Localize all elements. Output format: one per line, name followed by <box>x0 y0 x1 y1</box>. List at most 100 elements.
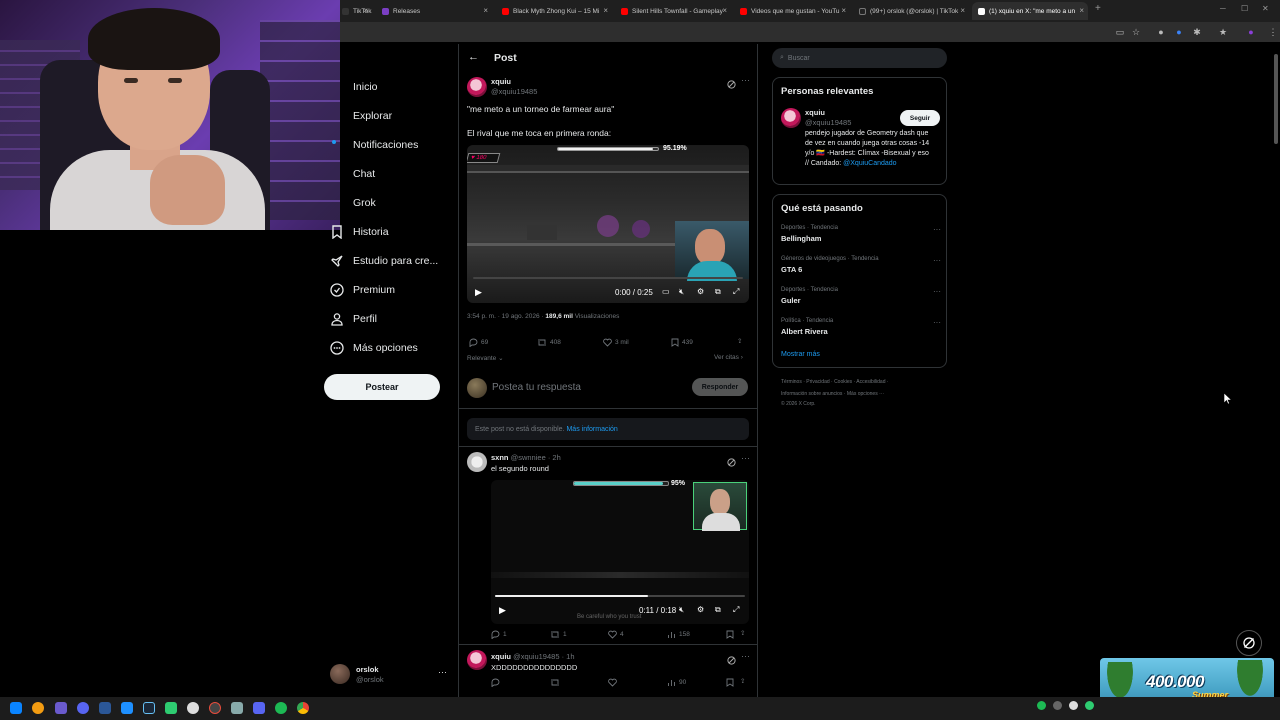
more-icon[interactable]: ··· <box>933 256 941 265</box>
nav-item-inicio[interactable]: Inicio <box>330 74 378 100</box>
extension-icon[interactable]: ● <box>1174 27 1184 37</box>
video-seek-bar[interactable] <box>473 277 743 279</box>
show-more-link[interactable]: Mostrar más <box>781 351 820 358</box>
avatar[interactable] <box>467 452 487 472</box>
avatar[interactable] <box>781 108 801 128</box>
bookmark-button[interactable] <box>726 630 737 639</box>
app-icon[interactable] <box>231 702 243 714</box>
profile-icon[interactable]: ● <box>1246 27 1256 37</box>
post-author[interactable]: xquiu <box>491 77 511 86</box>
post-button[interactable]: Postear <box>324 374 440 400</box>
relevant-handle[interactable]: @xquiu19485 <box>805 118 851 127</box>
play-icon[interactable]: ▶ <box>499 605 506 616</box>
more-icon[interactable]: ··· <box>933 318 941 327</box>
reply-video[interactable]: 95% ▶ 0:11 / 0:18 🔇︎ ⚙ ⧉ ⤢ Be careful wh… <box>491 480 749 624</box>
close-icon[interactable]: × <box>483 6 488 15</box>
nav-item-historia[interactable]: Historia <box>330 219 389 245</box>
play-icon[interactable]: ▶ <box>475 287 482 298</box>
bio-link[interactable]: @XquiuCandado <box>843 160 896 167</box>
app-icon[interactable] <box>77 702 89 714</box>
steam-icon[interactable] <box>143 702 155 714</box>
video-seek-bar[interactable] <box>495 595 745 597</box>
views-stat[interactable]: 158 <box>667 630 690 639</box>
browser-tab[interactable]: Releases × <box>376 2 492 20</box>
reply-author[interactable]: sxnn @swnniee · 2h <box>491 453 561 462</box>
account-switcher[interactable]: orslok @orslok ··· <box>330 662 450 688</box>
bookmarks-icon[interactable]: ★ <box>1218 27 1228 37</box>
close-icon[interactable]: × <box>1079 6 1084 15</box>
fullscreen-icon[interactable]: ⤢ <box>733 287 739 297</box>
maximize-icon[interactable]: ☐ <box>1241 4 1248 13</box>
like-button[interactable] <box>608 678 620 687</box>
reply-button[interactable]: 1 <box>491 630 507 639</box>
close-icon[interactable]: × <box>363 6 368 15</box>
footer-links[interactable]: Términos · Privacidad · Cookies · Accesi… <box>781 379 889 385</box>
mute-icon[interactable]: 🔇︎ <box>679 605 684 615</box>
close-window-icon[interactable]: ✕ <box>1262 4 1269 13</box>
close-icon[interactable]: × <box>603 6 608 15</box>
install-app-icon[interactable]: ▭ <box>1115 27 1125 37</box>
avatar[interactable] <box>467 650 487 670</box>
views-stat[interactable]: 90 <box>667 678 686 687</box>
task-view-icon[interactable] <box>55 702 67 714</box>
trend-item[interactable]: Política · Tendencia Albert Rivera ··· <box>781 318 941 336</box>
browser-tab[interactable]: Silent Hills Townfall - Gameplay × <box>615 2 731 20</box>
reply-button[interactable]: 69 <box>469 338 488 347</box>
extension-icon[interactable]: ● <box>1156 27 1166 37</box>
tray-icon[interactable] <box>1085 701 1094 710</box>
post-video[interactable]: 95.19% ♥ 180 ▶ 0:00 / 0:25 ▭ 🔇︎ ⚙ ⧉ ⤢ <box>467 145 749 303</box>
reply-submit-button[interactable]: Responder <box>692 378 748 396</box>
footer-links[interactable]: Información sobre anuncios · Más opcione… <box>781 391 884 397</box>
tray-icon[interactable] <box>1069 701 1078 710</box>
chrome-icon[interactable] <box>297 702 309 714</box>
follow-button[interactable]: Seguir <box>900 110 940 126</box>
relevant-name[interactable]: xquiu <box>805 108 825 117</box>
page-scrollbar[interactable] <box>1274 44 1278 694</box>
more-icon[interactable]: ··· <box>933 287 941 296</box>
nav-item-premium[interactable]: Premium <box>330 277 395 303</box>
settings-icon[interactable]: ⚙ <box>697 287 704 296</box>
repost-button[interactable]: 408 <box>537 338 561 347</box>
share-button[interactable]: ⇪ <box>737 337 742 345</box>
trend-item[interactable]: Deportes · Tendencia Bellingham ··· <box>781 225 941 243</box>
browser-tab[interactable]: Videos que me gustan - YouTu × <box>734 2 850 20</box>
new-tab-button[interactable]: + <box>1095 3 1101 14</box>
grok-icon[interactable] <box>727 652 736 665</box>
browser-tab-active[interactable]: (1) xquiu en X: "me meto a un × <box>972 2 1088 20</box>
trend-item[interactable]: Deportes · Tendencia Guler ··· <box>781 287 941 305</box>
nav-item-estudio[interactable]: Estudio para cre... <box>330 248 438 274</box>
back-arrow-icon[interactable]: ← <box>468 51 479 63</box>
trend-item[interactable]: Géneros de videojuegos · Tendencia GTA 6 ·… <box>781 256 941 274</box>
grok-icon[interactable] <box>727 454 736 467</box>
close-icon[interactable]: × <box>960 6 965 15</box>
discord-icon[interactable] <box>253 702 265 714</box>
bookmark-button[interactable]: 439 <box>671 338 693 347</box>
more-icon[interactable]: ··· <box>741 651 750 661</box>
captions-icon[interactable]: ▭ <box>662 287 670 296</box>
more-icon[interactable]: ··· <box>438 667 447 677</box>
nav-item-explorar[interactable]: Explorar <box>330 103 392 129</box>
app-icon[interactable] <box>99 702 111 714</box>
app-icon[interactable] <box>187 702 199 714</box>
nav-item-mas-opciones[interactable]: Más opciones <box>330 335 418 361</box>
close-icon[interactable]: × <box>841 6 846 15</box>
reply-input[interactable]: Postea tu respuesta <box>492 382 581 393</box>
bookmark-button[interactable] <box>726 678 737 687</box>
browser-tab[interactable]: (99+) orslok (@orslok) | TikTok × <box>853 2 969 20</box>
repost-button[interactable] <box>550 678 563 687</box>
puzzle-icon[interactable]: ✱ <box>1192 27 1202 37</box>
nav-item-grok[interactable]: Grok <box>330 190 376 216</box>
pip-icon[interactable]: ⧉ <box>715 287 721 297</box>
tray-icon[interactable] <box>1037 701 1046 710</box>
settings-icon[interactable]: ⚙ <box>697 605 704 614</box>
obs-icon[interactable] <box>209 702 221 714</box>
like-button[interactable]: 4 <box>608 630 624 639</box>
nav-item-chat[interactable]: Chat <box>330 161 375 187</box>
windows-start-icon[interactable] <box>10 702 22 714</box>
reply-button[interactable] <box>491 678 503 687</box>
share-button[interactable]: ⇪ <box>740 629 745 637</box>
sort-dropdown[interactable]: Relevante ⌄ <box>467 354 504 362</box>
fullscreen-icon[interactable]: ⤢ <box>733 605 739 615</box>
minimize-icon[interactable]: ─ <box>1220 4 1226 13</box>
more-icon[interactable]: ··· <box>741 453 750 463</box>
